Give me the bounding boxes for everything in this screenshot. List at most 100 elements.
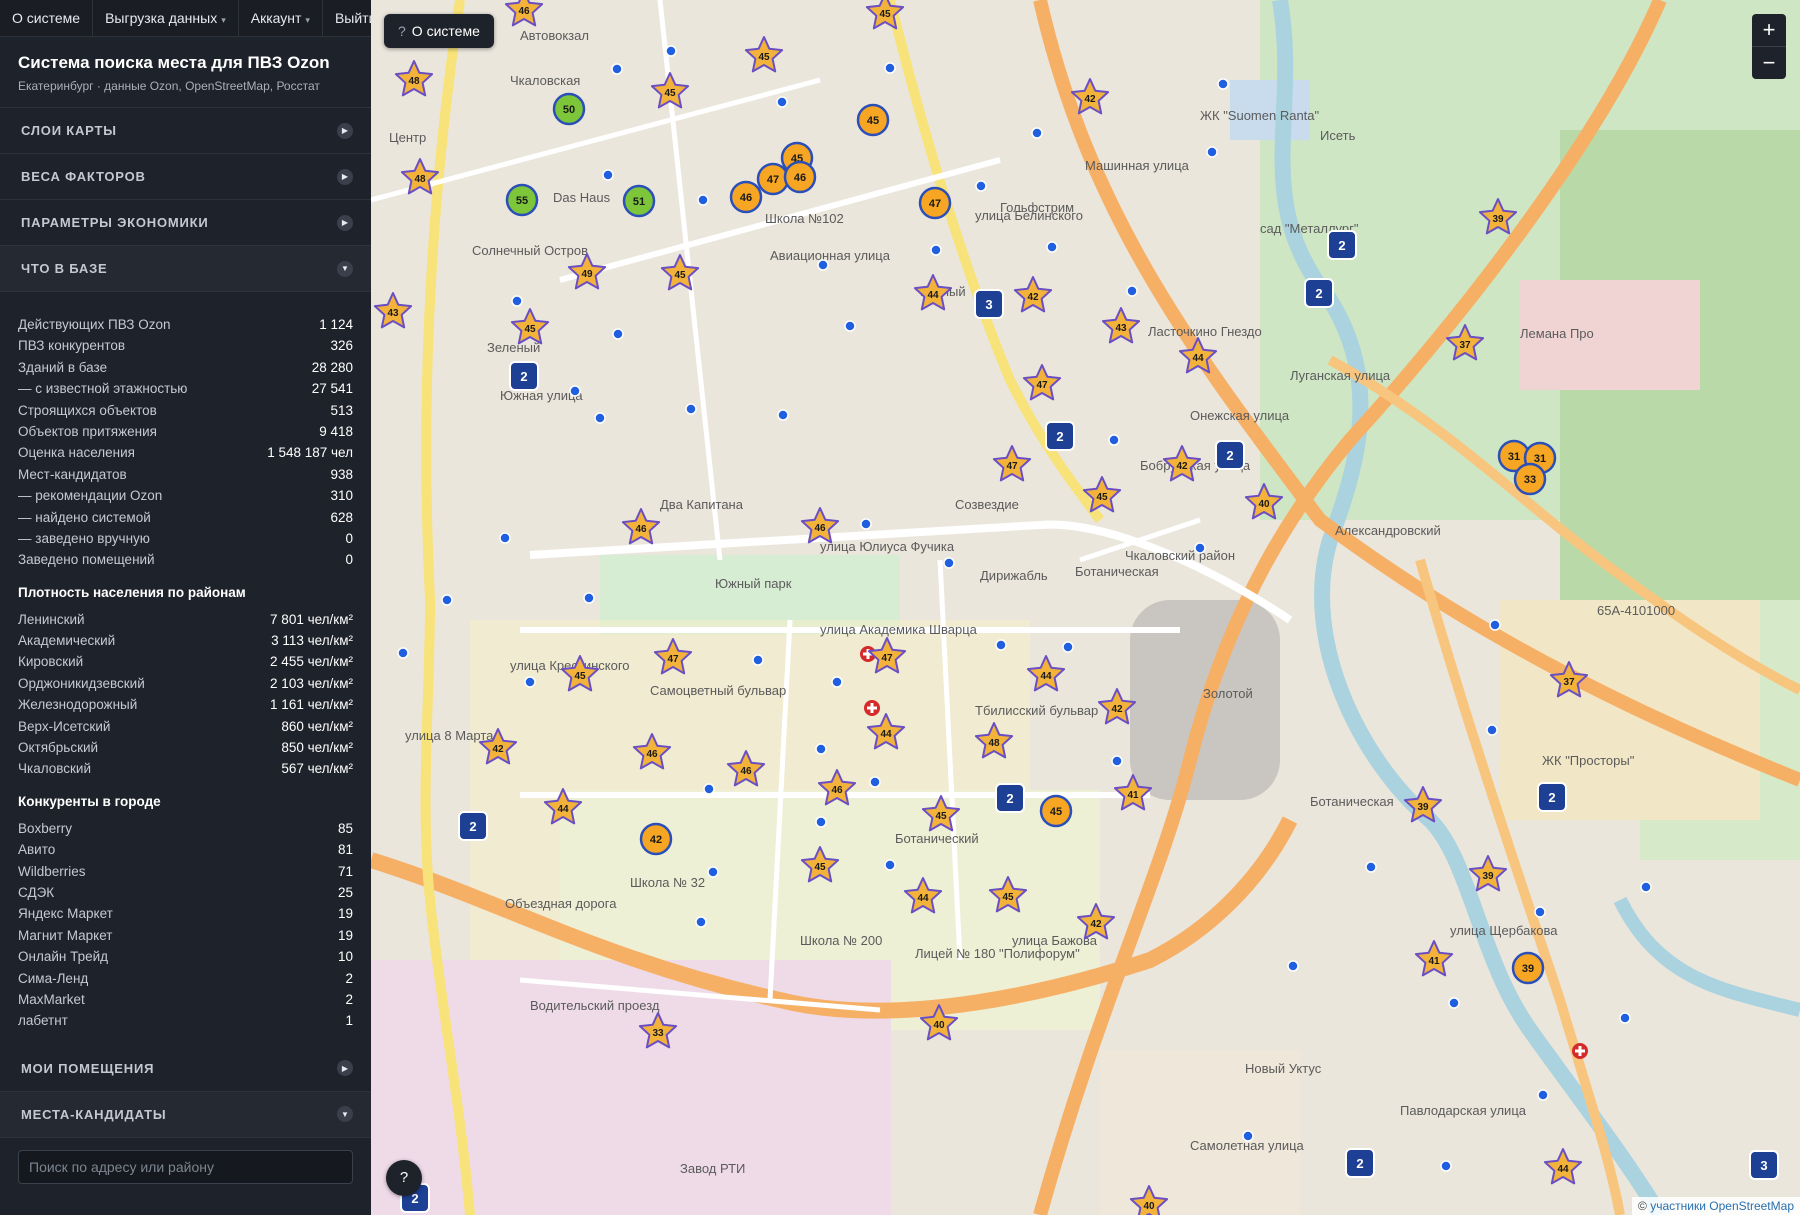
competitor-dot[interactable] (695, 916, 707, 928)
expand-icon[interactable]: ▶ (337, 1060, 353, 1077)
competitor-dot[interactable] (1217, 78, 1229, 90)
competitor-dot[interactable] (1126, 285, 1138, 297)
competitor-dot[interactable] (1111, 755, 1123, 767)
competitor-dot[interactable] (612, 328, 624, 340)
cluster-marker[interactable]: 2 (509, 361, 539, 391)
competitor-dot[interactable] (777, 409, 789, 421)
collapse-icon[interactable]: ▼ (337, 1106, 353, 1123)
competitor-dot[interactable] (611, 63, 623, 75)
about-button[interactable]: ? О системе (384, 14, 494, 48)
competitor-dot[interactable] (707, 866, 719, 878)
score-circle[interactable]: 47 (918, 186, 952, 220)
competitor-dot[interactable] (594, 412, 606, 424)
competitor-dot[interactable] (1365, 861, 1377, 873)
competitor-dot[interactable] (1194, 542, 1206, 554)
competitor-dot[interactable] (817, 259, 829, 271)
competitor-dot[interactable] (499, 532, 511, 544)
score-circle[interactable]: 33 (1513, 462, 1547, 496)
competitor-dot[interactable] (860, 518, 872, 530)
section-economy-params[interactable]: ПАРАМЕТРЫ ЭКОНОМИКИ ▶ (0, 200, 371, 246)
help-button[interactable]: ? (386, 1160, 422, 1196)
competitor-dot[interactable] (511, 295, 523, 307)
search-input[interactable] (18, 1149, 353, 1184)
cluster-marker[interactable]: 2 (1327, 230, 1357, 260)
competitor-dot[interactable] (1242, 1130, 1254, 1142)
score-circle[interactable]: 46 (729, 180, 763, 214)
cluster-marker[interactable]: 2 (458, 811, 488, 841)
competitor-dot[interactable] (995, 639, 1007, 651)
menu-about[interactable]: О системе (0, 0, 94, 36)
section-map-layers[interactable]: СЛОИ КАРТЫ ▶ (0, 108, 371, 154)
competitor-dot[interactable] (930, 244, 942, 256)
cluster-marker[interactable]: 2 (1045, 421, 1075, 451)
competitor-dot[interactable] (831, 676, 843, 688)
competitor-dot[interactable] (1206, 146, 1218, 158)
competitor-dot[interactable] (1448, 997, 1460, 1009)
competitor-dot[interactable] (869, 776, 881, 788)
expand-icon[interactable]: ▶ (337, 214, 353, 231)
competitor-dot[interactable] (975, 180, 987, 192)
competitor-dot[interactable] (1489, 619, 1501, 631)
competitor-dot[interactable] (441, 594, 453, 606)
competitor-dot[interactable] (1486, 724, 1498, 736)
score-circle[interactable]: 46 (783, 160, 817, 194)
cluster-marker[interactable]: 2 (1304, 278, 1334, 308)
competitor-dot[interactable] (1534, 906, 1546, 918)
score-circle[interactable]: 51 (622, 184, 656, 218)
competitor-dot[interactable] (884, 62, 896, 74)
competitor-dot[interactable] (1287, 960, 1299, 972)
score-circle[interactable]: 50 (552, 92, 586, 126)
competitor-dot[interactable] (397, 647, 409, 659)
menu-account[interactable]: Аккаунт ▾ (239, 0, 323, 36)
competitor-dot[interactable] (685, 403, 697, 415)
expand-icon[interactable]: ▶ (337, 122, 353, 139)
competitor-dot[interactable] (524, 676, 536, 688)
section-candidate-places[interactable]: МЕСТА-КАНДИДАТЫ ▼ (0, 1091, 371, 1138)
cluster-marker[interactable]: 2 (1215, 440, 1245, 470)
competitor-dot[interactable] (583, 592, 595, 604)
competitor-dot[interactable] (752, 654, 764, 666)
competitor-dot[interactable] (943, 557, 955, 569)
competitor-dot[interactable] (815, 816, 827, 828)
competitor-dot[interactable] (884, 859, 896, 871)
competitor-dot[interactable] (1031, 127, 1043, 139)
competitor-dot[interactable] (703, 783, 715, 795)
competitor-dot[interactable] (815, 743, 827, 755)
competitor-dot[interactable] (844, 320, 856, 332)
competitor-dot[interactable] (1046, 241, 1058, 253)
zoom-in-button[interactable]: + (1752, 14, 1786, 46)
menu-export[interactable]: Выгрузка данных ▾ (93, 0, 239, 36)
cluster-marker[interactable]: 2 (995, 783, 1025, 813)
score-circle[interactable]: 47 (756, 162, 790, 196)
section-factor-weights[interactable]: ВЕСА ФАКТОРОВ ▶ (0, 154, 371, 200)
cluster-marker[interactable]: 2 (1537, 782, 1567, 812)
zoom-out-button[interactable]: − (1752, 46, 1786, 79)
score-circle[interactable]: 55 (505, 183, 539, 217)
map-canvas[interactable]: Автовокзал Чкаловская Центр Das Haus Солнечн… (371, 0, 1800, 1215)
cluster-marker[interactable]: 2 (1345, 1148, 1375, 1178)
competitor-dot[interactable] (1108, 434, 1120, 446)
competitor-dot[interactable] (1619, 1012, 1631, 1024)
menu-logout[interactable]: Выйти (323, 0, 371, 36)
competitor-dot[interactable] (1640, 881, 1652, 893)
cluster-marker[interactable]: 3 (1749, 1150, 1779, 1180)
competitor-dot[interactable] (602, 169, 614, 181)
competitor-dot[interactable] (569, 385, 581, 397)
score-circle[interactable]: 42 (639, 822, 673, 856)
expand-icon[interactable]: ▶ (337, 168, 353, 185)
map-view[interactable]: Автовокзал Чкаловская Центр Das Haus Солнечн… (371, 0, 1800, 1215)
competitor-dot[interactable] (776, 96, 788, 108)
competitor-dot[interactable] (1537, 1089, 1549, 1101)
attribution-link[interactable]: участники OpenStreetMap (1650, 1199, 1794, 1213)
score-circle[interactable]: 39 (1511, 951, 1545, 985)
cluster-marker[interactable]: 3 (974, 289, 1004, 319)
competitor-dot[interactable] (665, 45, 677, 57)
score-circle[interactable]: 45 (1039, 794, 1073, 828)
section-my-premises[interactable]: МОИ ПОМЕЩЕНИЯ ▶ (0, 1046, 371, 1092)
collapse-icon[interactable]: ▼ (337, 260, 353, 277)
competitor-dot[interactable] (697, 194, 709, 206)
competitor-dot[interactable] (1062, 641, 1074, 653)
competitor-dot[interactable] (1440, 1160, 1452, 1172)
section-database[interactable]: ЧТО В БАЗЕ ▼ (0, 246, 371, 292)
score-circle[interactable]: 45 (856, 103, 890, 137)
